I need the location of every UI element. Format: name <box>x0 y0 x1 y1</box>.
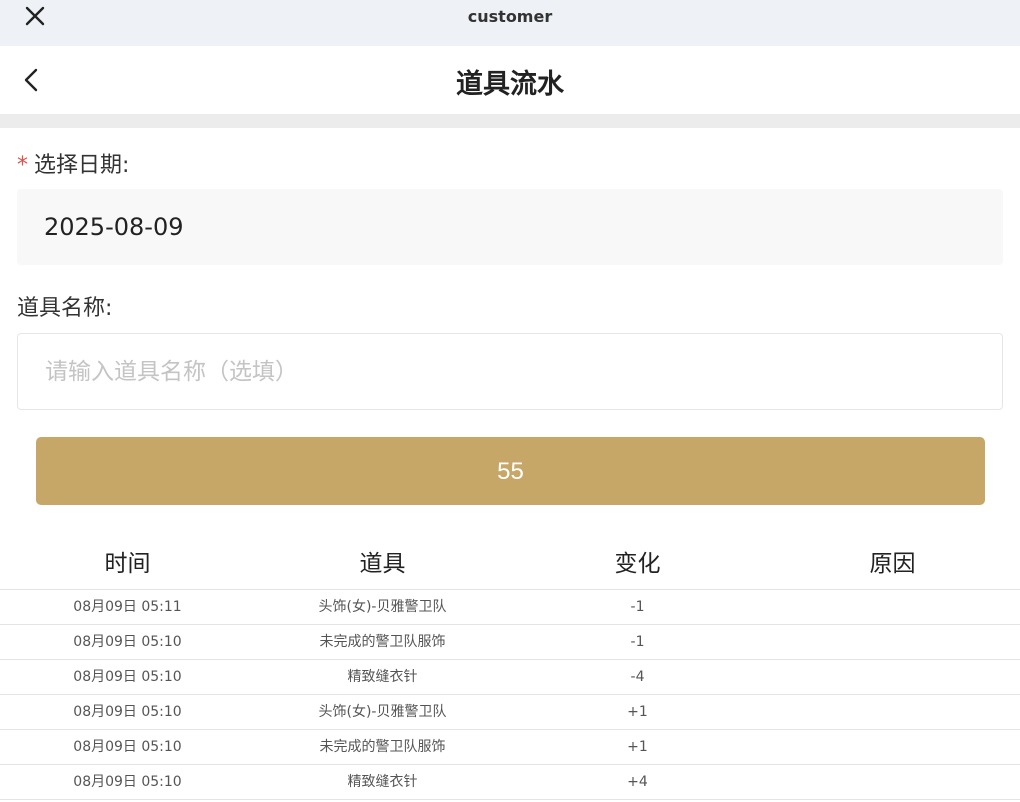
table-row: 08月09日 05:10 精致缝衣针 +4 <box>0 765 1020 800</box>
column-header-reason: 原因 <box>869 551 916 577</box>
cell-change: +1 <box>627 739 648 755</box>
item-name-input[interactable] <box>17 333 1003 410</box>
table-row: 08月09日 05:11 头饰(女)-贝雅警卫队 -1 <box>0 590 1020 625</box>
column-header-change: 变化 <box>614 551 661 577</box>
cell-reason <box>765 625 1020 659</box>
cell-reason <box>765 765 1020 799</box>
cell-change: -1 <box>630 634 645 650</box>
cell-item: 未完成的警卫队服饰 <box>319 739 446 755</box>
cell-item: 头饰(女)-贝雅警卫队 <box>318 704 447 720</box>
column-header-item: 道具 <box>359 551 406 577</box>
page-header: 道具流水 <box>0 46 1020 114</box>
cell-reason <box>765 695 1020 729</box>
date-picker-field[interactable]: 2025-08-09 <box>17 189 1003 265</box>
date-label-text: 选择日期: <box>34 153 130 178</box>
column-header-time: 时间 <box>104 551 151 577</box>
cell-time: 08月09日 05:10 <box>73 704 182 720</box>
date-label: * 选择日期: <box>17 147 129 179</box>
submit-button[interactable]: 55 <box>36 437 985 505</box>
section-divider <box>0 114 1020 128</box>
cell-time: 08月09日 05:10 <box>73 669 182 685</box>
cell-change: -4 <box>630 669 645 685</box>
table-row: 08月09日 05:10 精致缝衣针 -4 <box>0 660 1020 695</box>
cell-time: 08月09日 05:10 <box>73 774 182 790</box>
cell-time: 08月09日 05:10 <box>73 739 182 755</box>
table-row: 08月09日 05:10 未完成的警卫队服饰 +1 <box>0 730 1020 765</box>
cell-time: 08月09日 05:11 <box>73 599 182 615</box>
cell-reason <box>765 660 1020 694</box>
table-row: 08月09日 05:10 未完成的警卫队服饰 -1 <box>0 625 1020 660</box>
cell-change: -1 <box>630 599 645 615</box>
app-topbar: customer <box>0 0 1020 46</box>
cell-change: +4 <box>627 774 648 790</box>
required-star: * <box>17 153 28 178</box>
item-flow-table: 时间 道具 变化 原因 08月09日 05:11 头饰(女)-贝雅警卫队 -1 … <box>0 540 1020 800</box>
cell-item: 头饰(女)-贝雅警卫队 <box>318 599 447 615</box>
table-header: 时间 道具 变化 原因 <box>0 540 1020 590</box>
table-row: 08月09日 05:10 头饰(女)-贝雅警卫队 +1 <box>0 695 1020 730</box>
cell-reason <box>765 590 1020 624</box>
cell-item: 未完成的警卫队服饰 <box>319 634 446 650</box>
app-title: customer <box>467 7 553 26</box>
cell-time: 08月09日 05:10 <box>73 634 182 650</box>
page-title: 道具流水 <box>456 69 564 100</box>
item-name-label: 道具名称: <box>17 296 113 321</box>
cell-reason <box>765 730 1020 764</box>
cell-item: 精致缝衣针 <box>347 669 418 685</box>
cell-item: 精致缝衣针 <box>347 774 418 790</box>
cell-change: +1 <box>627 704 648 720</box>
